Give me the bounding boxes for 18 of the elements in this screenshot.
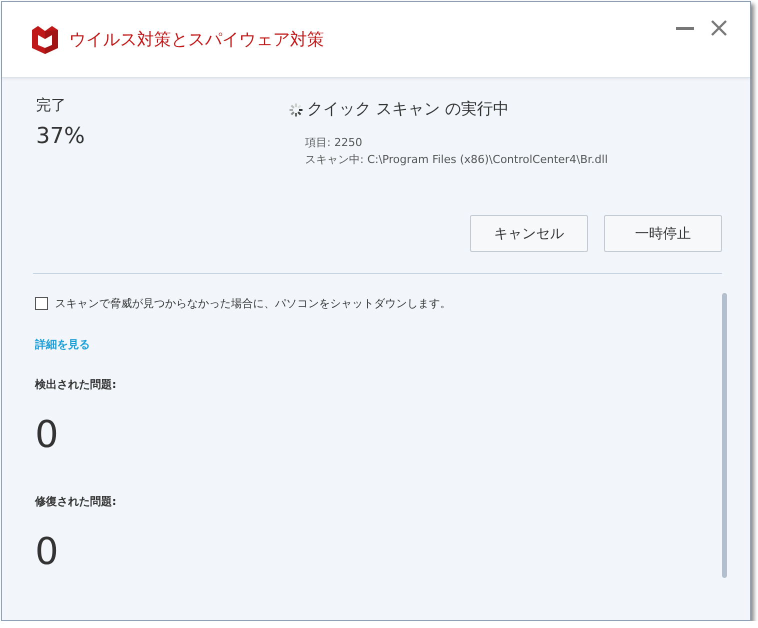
stat-label: 検出された問題:	[35, 377, 116, 392]
progress-label: 完了	[36, 96, 67, 115]
shield-logo-icon	[32, 26, 58, 54]
scan-detail: 項目: 2250	[305, 135, 364, 151]
close-icon[interactable]	[710, 20, 728, 36]
scrollbar-thumb[interactable]	[722, 293, 727, 578]
scan-title: クイック スキャン の実行中	[307, 99, 510, 120]
stat-value: 0	[35, 413, 59, 456]
action-button[interactable]: 一時停止	[604, 215, 722, 252]
checkbox[interactable]	[35, 297, 48, 310]
scan-detail: スキャン中: C:\Program Files (x86)\ControlCenter4\Br.dll	[305, 152, 609, 168]
stat-value: 0	[35, 530, 59, 573]
window-title: ウイルス対策とスパイウェア対策	[69, 29, 325, 51]
progress-percent: 37%	[36, 124, 86, 149]
spinner-icon	[289, 102, 303, 116]
action-button[interactable]: キャンセル	[470, 215, 588, 252]
checkbox-label: スキャンで脅威が見つからなかった場合に、パソコンをシャットダウンします。	[55, 296, 451, 311]
stat-label: 修復された問題:	[35, 494, 116, 509]
